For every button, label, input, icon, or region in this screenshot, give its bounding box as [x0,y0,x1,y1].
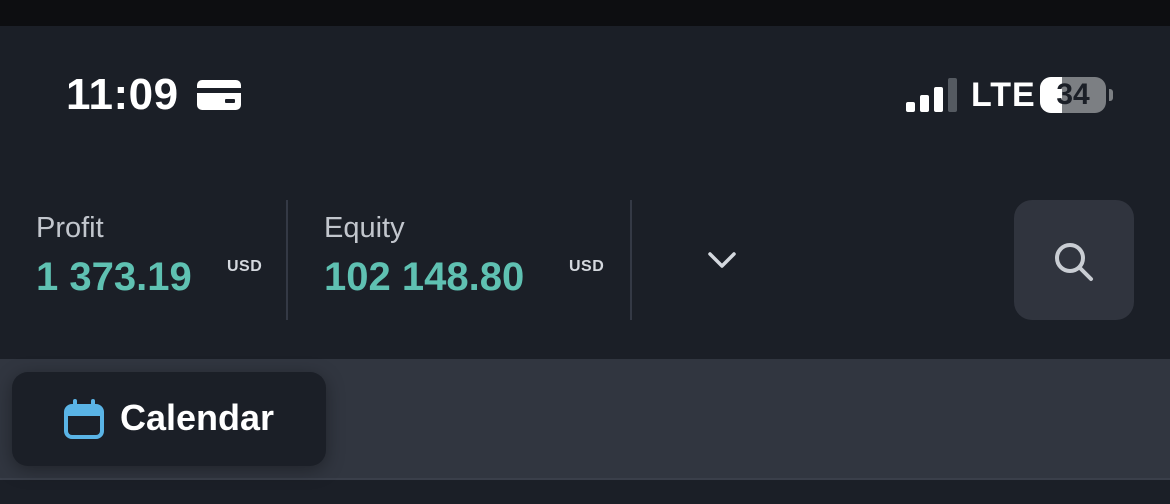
summary-divider [630,200,632,320]
equity-currency: USD [569,258,605,275]
profit-value: 1 373.19 [36,255,192,299]
calendar-label: Calendar [120,397,275,438]
battery-body: 34 [1040,77,1106,113]
calendar-button[interactable]: Calendar [12,372,326,466]
card-icon [197,80,241,110]
summary-divider [286,200,288,320]
top-bezel [0,0,1170,26]
search-button[interactable] [1014,200,1134,320]
status-time: 11:09 [66,70,179,119]
app-screen: 11:09 LTE 34 Profit 1 373.19 USD Equity … [0,0,1170,504]
search-icon [1055,243,1093,281]
battery-icon: 34 [1040,77,1113,113]
equity-value: 102 148.80 [324,255,525,299]
signal-icon [906,78,957,112]
profit-currency: USD [227,258,263,275]
equity-label: Equity [324,212,405,244]
profit-label: Profit [36,212,104,244]
battery-nub [1109,89,1113,101]
network-label: LTE [971,76,1036,114]
calendar-icon [64,399,104,439]
chevron-down-icon[interactable] [700,240,744,280]
battery-percent: 34 [1056,78,1090,111]
strip-divider [0,478,1170,480]
